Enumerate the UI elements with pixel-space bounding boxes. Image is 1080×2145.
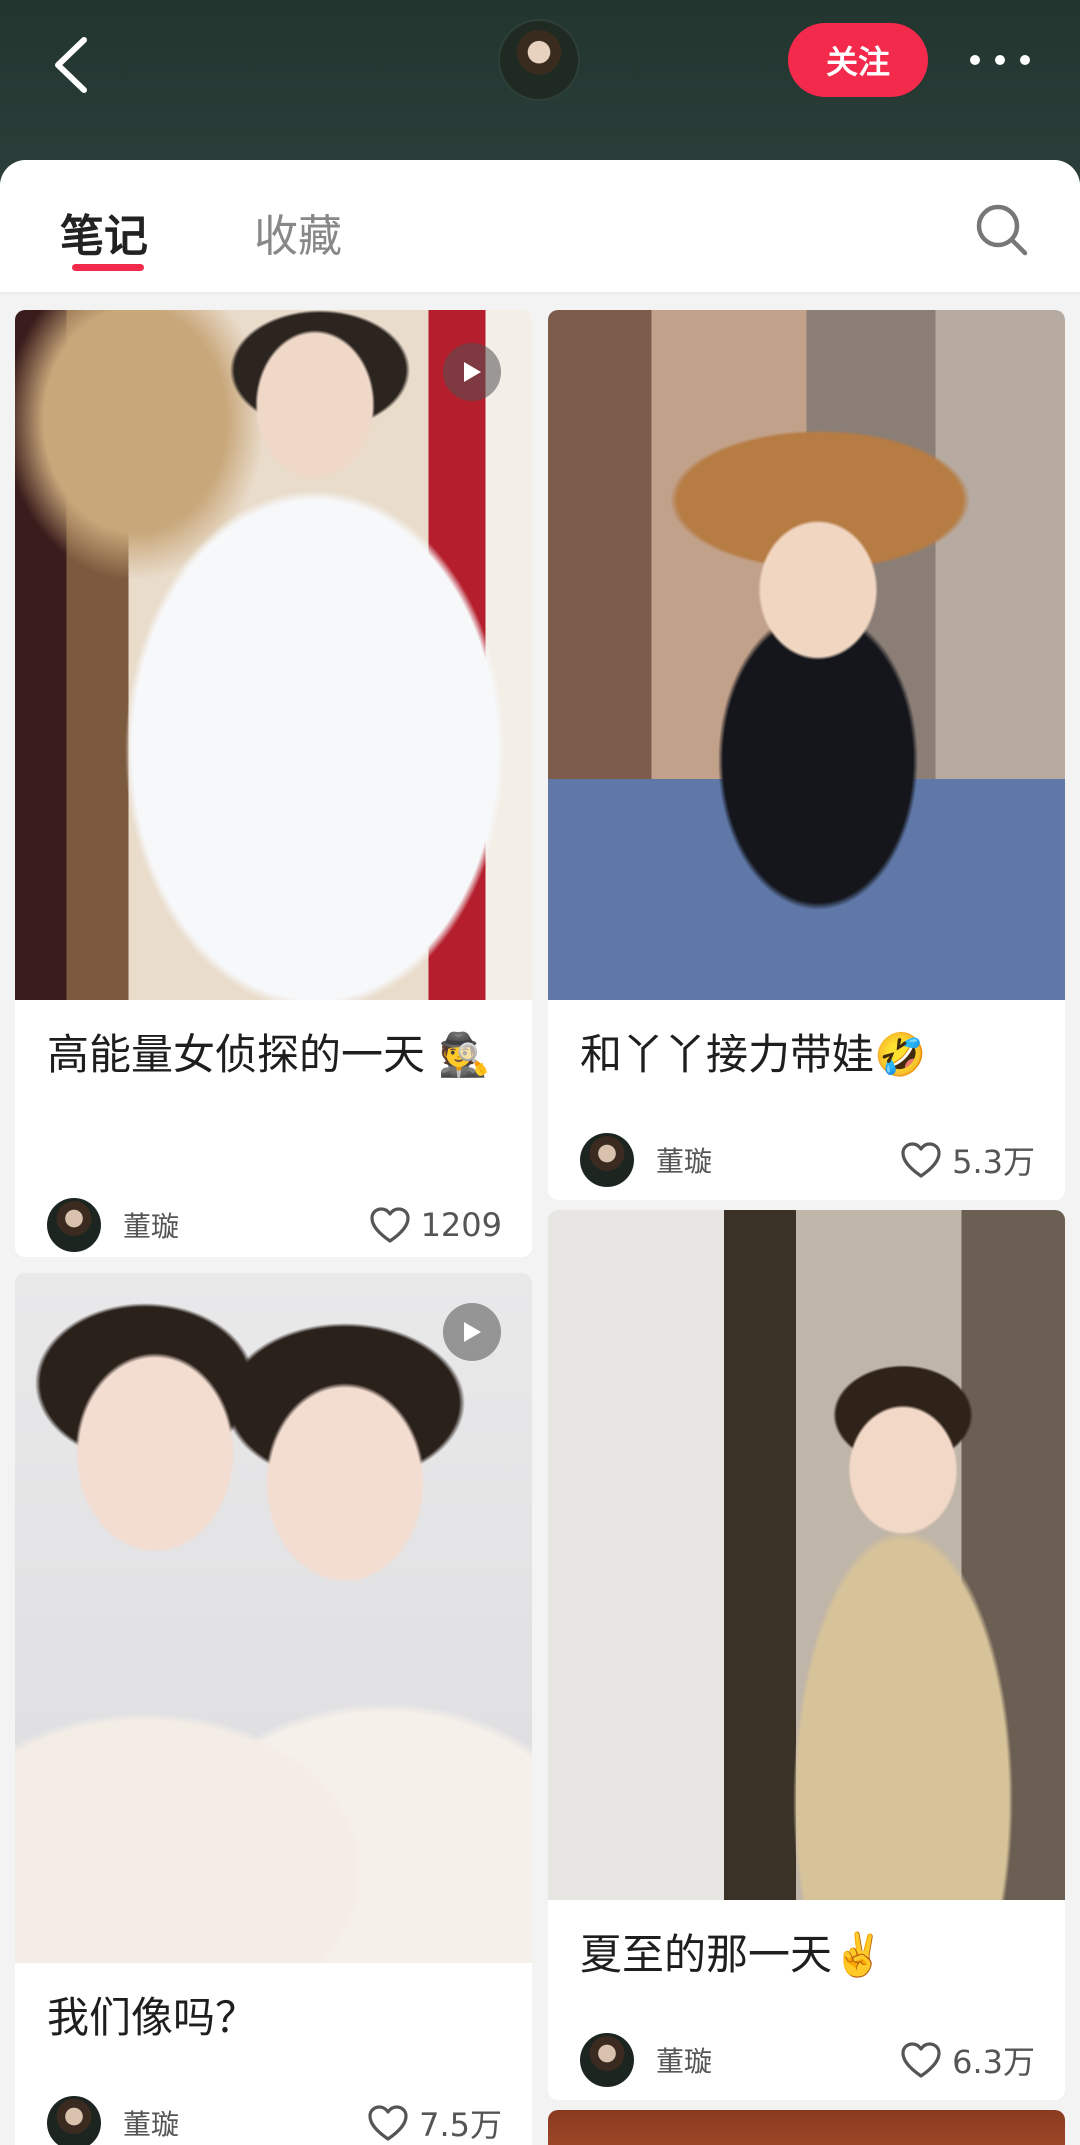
note-card[interactable]: 高能量女侦探的一天 🕵️ 董璇 1209 [15, 310, 532, 1257]
author-name[interactable]: 董璇 [123, 2103, 179, 2143]
note-meta: 董璇 1209 [47, 1197, 502, 1253]
author-avatar[interactable] [47, 1198, 101, 1252]
note-meta: 董璇 6.3万 [580, 2032, 1035, 2088]
like-count: 5.3万 [952, 1143, 1035, 1181]
author-avatar[interactable] [47, 2096, 101, 2145]
play-icon [464, 1322, 481, 1342]
active-tab-indicator [72, 264, 144, 271]
note-title: 和丫丫接力带娃🤣 [580, 1030, 927, 1079]
author-avatar[interactable] [580, 2033, 634, 2087]
note-meta: 董璇 7.5万 [47, 2095, 502, 2145]
note-cover-image [15, 1273, 532, 1963]
note-card[interactable]: 夏至的那一天✌️ 董璇 6.3万 [548, 1210, 1065, 2100]
like-button[interactable]: 5.3万 [900, 1137, 1035, 1183]
more-dots-icon [970, 55, 980, 65]
author-avatar[interactable] [580, 1133, 634, 1187]
note-title: 高能量女侦探的一天 🕵️ [47, 1030, 491, 1079]
note-card[interactable] [548, 2110, 1065, 2145]
note-cover-image [15, 310, 532, 1000]
note-card[interactable]: 我们像吗？ 董璇 7.5万 [15, 1273, 532, 2145]
tab-notes[interactable]: 笔记 [60, 200, 148, 264]
play-icon [464, 362, 481, 382]
profile-header: 关注 [0, 0, 1080, 165]
note-meta: 董璇 5.3万 [580, 1132, 1035, 1188]
author-name[interactable]: 董璇 [656, 2040, 712, 2080]
profile-avatar[interactable] [498, 19, 580, 101]
video-badge [443, 1303, 501, 1361]
note-title: 夏至的那一天✌️ [580, 1930, 885, 1979]
search-icon [976, 204, 1028, 256]
note-cover-image [548, 2110, 1065, 2145]
note-cover-image [548, 310, 1065, 1000]
back-arrow-icon [55, 37, 87, 93]
heart-icon [901, 1142, 941, 1178]
tab-favorites[interactable]: 收藏 [254, 200, 342, 264]
like-count: 7.5万 [419, 2106, 502, 2144]
author-name[interactable]: 董璇 [123, 1205, 179, 1245]
note-card[interactable]: 和丫丫接力带娃🤣 董璇 5.3万 [548, 310, 1065, 1200]
search-button[interactable] [974, 202, 1030, 258]
back-button[interactable] [48, 34, 98, 96]
like-count: 6.3万 [952, 2043, 1035, 2081]
heart-icon [368, 2105, 408, 2141]
like-button[interactable]: 7.5万 [367, 2100, 502, 2145]
note-cover-image [548, 1210, 1065, 1900]
like-button[interactable]: 1209 [369, 1206, 502, 1244]
follow-button[interactable]: 关注 [788, 23, 928, 97]
heart-icon [901, 2042, 941, 2078]
like-button[interactable]: 6.3万 [900, 2037, 1035, 2083]
video-badge [443, 343, 501, 401]
tab-bar: 笔记 收藏 [0, 160, 1080, 294]
more-button[interactable] [966, 40, 1034, 80]
like-count: 1209 [420, 1206, 502, 1244]
note-title: 我们像吗？ [47, 1993, 258, 2042]
author-name[interactable]: 董璇 [656, 1140, 712, 1180]
content-sheet: 笔记 收藏 高能量女侦探的一天 🕵️ 董璇 1209 和丫丫接力带娃🤣 董璇 5… [0, 160, 1080, 2145]
heart-icon [369, 1207, 410, 1243]
